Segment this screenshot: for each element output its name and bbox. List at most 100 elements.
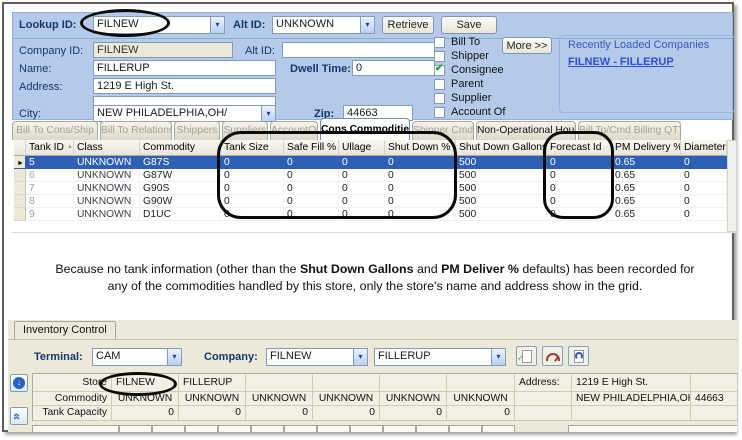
- dwell-time-field[interactable]: 0: [352, 60, 435, 76]
- retrieve-button[interactable]: Retrieve: [382, 16, 434, 34]
- tab-inventory-control[interactable]: Inventory Control: [14, 321, 116, 339]
- name-field[interactable]: FILLERUP: [93, 60, 276, 76]
- table-row[interactable]: 9 UNKNOWN D1UC 0 0 0 0 500 0 0.65 0: [14, 208, 727, 221]
- more-button[interactable]: More >>: [502, 37, 552, 54]
- commodity-cell[interactable]: UNKNOWN: [112, 392, 179, 406]
- lookup-id-label: Lookup ID:: [19, 19, 76, 31]
- checkbox-label: Parent: [451, 78, 483, 90]
- recent-company-link[interactable]: FILNEW - FILLERUP: [568, 56, 674, 68]
- empty-cell: [572, 406, 691, 421]
- tab-shipper-cmds[interactable]: Shipper Cmds: [412, 121, 474, 140]
- checkmark-icon: ✔: [435, 63, 443, 74]
- col-class[interactable]: Class: [74, 140, 140, 156]
- address-label: Address:: [19, 81, 62, 93]
- tab-bill-to-relations[interactable]: Bill To Relations: [100, 121, 172, 140]
- store-cell[interactable]: [380, 374, 447, 392]
- col-tank-size[interactable]: Tank Size: [221, 140, 284, 156]
- tab-accountof[interactable]: AccountOf: [270, 121, 318, 140]
- alt-id-label: Alt ID:: [233, 19, 265, 31]
- screenshot-root: Lookup ID: FILNEW ▾ Alt ID: UNKNOWN ▾ Re…: [0, 0, 742, 440]
- checkbox-label: Bill To: [451, 36, 480, 48]
- checkbox-label: Account Of: [451, 106, 505, 118]
- address-line2: NEW PHILADELPHIA,OH/: [572, 392, 691, 406]
- tab-shippers[interactable]: Shippers: [174, 121, 220, 140]
- bill-to-checkbox[interactable]: ✔: [434, 37, 445, 48]
- chevron-down-icon[interactable]: ▾: [210, 17, 224, 33]
- capacity-cell[interactable]: 0: [380, 406, 447, 421]
- company-id-label: Company ID:: [19, 45, 83, 57]
- address-field[interactable]: 1219 E High St.: [93, 78, 276, 94]
- account-of-checkbox[interactable]: ✔: [434, 107, 445, 118]
- address-line1: 1219 E High St.: [572, 374, 691, 392]
- clipped-row: [24, 424, 737, 432]
- col-commodity[interactable]: Commodity: [140, 140, 221, 156]
- capacity-cell[interactable]: 0: [313, 406, 380, 421]
- capacity-cell[interactable]: 0: [112, 406, 179, 421]
- commodity-cell[interactable]: UNKNOWN: [380, 392, 447, 406]
- col-shut-down-gallons[interactable]: Shut Down Gallons: [456, 140, 547, 156]
- col-forecast-id[interactable]: Forecast Id: [547, 140, 612, 156]
- store-row-label: Store: [33, 374, 112, 392]
- empty-cell: [515, 406, 572, 421]
- grid-scrollbar[interactable]: [727, 140, 737, 232]
- col-ullage[interactable]: Ullage: [339, 140, 385, 156]
- tab-bill-to-cons-ship[interactable]: Bill To Cons/Ship: [12, 121, 98, 140]
- commodity-cell[interactable]: UNKNOWN: [313, 392, 380, 406]
- col-pm-delivery[interactable]: PM Delivery %: [612, 140, 681, 156]
- capacity-cell[interactable]: 0: [447, 406, 515, 421]
- lookup-id-combo[interactable]: FILNEW ▾: [93, 16, 225, 34]
- alt-id2-label: Alt ID:: [245, 45, 275, 57]
- table-row[interactable]: 6 UNKNOWN G87W 0 0 0 0 500 0 0.65 0: [14, 169, 727, 182]
- commodity-row-label: Commodity: [33, 392, 112, 406]
- store-cell[interactable]: FILNEW: [112, 374, 179, 392]
- grid-header-row: Tank ID▲ Class Commodity Tank Size Safe …: [14, 140, 727, 156]
- supplier-checkbox[interactable]: ✔: [434, 93, 445, 104]
- company-name-combo[interactable]: FILLERUP ▾: [374, 348, 506, 366]
- report-button[interactable]: [568, 346, 589, 366]
- commodity-cell[interactable]: UNKNOWN: [179, 392, 246, 406]
- commodity-cell[interactable]: UNKNOWN: [447, 392, 515, 406]
- capacity-cell[interactable]: 0: [246, 406, 313, 421]
- tab-non-operational-hours[interactable]: Non-Operational Hours: [476, 121, 576, 140]
- double-chevron-up-icon: «: [10, 413, 25, 420]
- gauge-button[interactable]: [542, 346, 563, 366]
- alt-id-combo[interactable]: UNKNOWN ▾: [272, 16, 375, 34]
- col-tank-id[interactable]: Tank ID▲: [26, 140, 74, 156]
- tab-bill-to-cmd-billing-qty[interactable]: Bill To/Cmd Billing QTY: [578, 121, 681, 140]
- table-row[interactable]: 8 UNKNOWN G90W 0 0 0 0 500 0 0.65 0: [14, 195, 727, 208]
- chevron-down-icon[interactable]: ▾: [360, 17, 374, 33]
- checkbox-label: Supplier: [451, 92, 491, 104]
- commodity-cell[interactable]: UNKNOWN: [246, 392, 313, 406]
- consignee-checkbox[interactable]: ✔: [434, 65, 445, 76]
- tab-suppliers[interactable]: Suppliers: [222, 121, 268, 140]
- col-shut-down-pct[interactable]: Shut Down %: [385, 140, 456, 156]
- collapse-up-button[interactable]: «: [10, 407, 28, 425]
- save-button[interactable]: Save: [441, 16, 497, 34]
- chevron-down-icon[interactable]: ▾: [167, 349, 181, 365]
- col-safe-fill[interactable]: Safe Fill %: [284, 140, 339, 156]
- store-cell[interactable]: [246, 374, 313, 392]
- commodities-grid: Tank ID▲ Class Commodity Tank Size Safe …: [14, 140, 727, 221]
- row-pointer-icon: ►: [17, 160, 24, 167]
- alt-id2-field[interactable]: [282, 42, 435, 58]
- move-down-button[interactable]: ↓: [10, 374, 28, 392]
- chevron-down-icon[interactable]: ▾: [491, 349, 505, 365]
- address-label: Address:: [515, 374, 572, 392]
- store-cell[interactable]: [313, 374, 380, 392]
- import-button[interactable]: ↓: [516, 346, 537, 366]
- terminal-combo[interactable]: CAM ▾: [92, 348, 182, 366]
- store-cell[interactable]: FILLERUP: [179, 374, 246, 392]
- company-code-combo[interactable]: FILNEW ▾: [266, 348, 368, 366]
- tab-cons-commodities[interactable]: Cons Commodities: [320, 118, 410, 140]
- capacity-cell[interactable]: 0: [179, 406, 246, 421]
- chevron-down-icon[interactable]: ▾: [353, 349, 367, 365]
- table-row[interactable]: 7 UNKNOWN G90S 0 0 0 0 500 0 0.65 0: [14, 182, 727, 195]
- shipper-checkbox[interactable]: ✔: [434, 51, 445, 62]
- divider: [8, 339, 737, 340]
- checkbox-label: Consignee: [451, 64, 504, 76]
- col-diameter[interactable]: Diameter: [681, 140, 727, 156]
- store-cell[interactable]: [447, 374, 515, 392]
- empty-cell: [691, 406, 738, 421]
- parent-checkbox[interactable]: ✔: [434, 79, 445, 90]
- table-row[interactable]: ► 5 UNKNOWN G87S 0 0 0 0 500 0 0.65 0: [14, 156, 727, 169]
